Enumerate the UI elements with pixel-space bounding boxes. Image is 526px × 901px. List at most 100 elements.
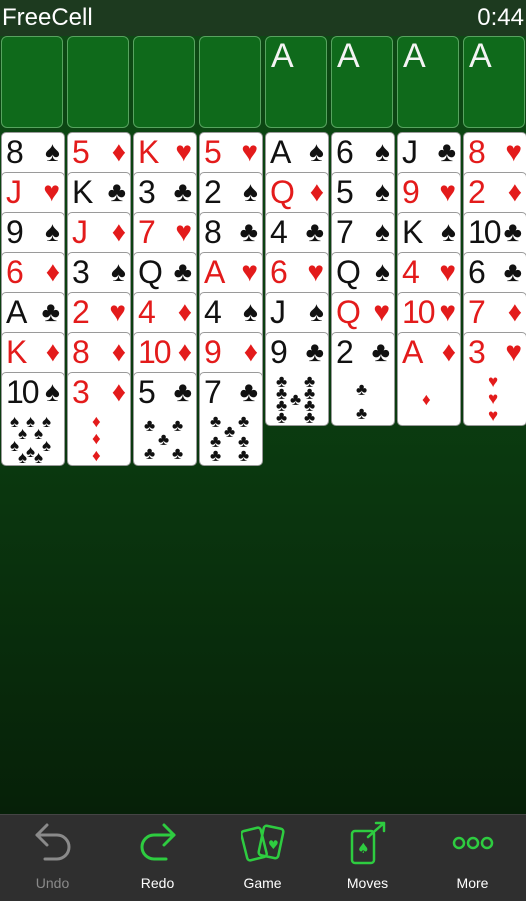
top-row: A A A A	[0, 36, 526, 130]
playing-card[interactable]: 3 ♥ ♥ ♥ ♥	[463, 332, 526, 426]
app-title: FreeCell	[2, 4, 93, 31]
card-rank: 4	[204, 294, 222, 330]
undo-button[interactable]: Undo	[0, 815, 105, 901]
suit-pip-icon: ♣	[238, 412, 250, 431]
card-suit-icon: ♥	[505, 136, 522, 167]
suit-pip-icon: ♣	[210, 446, 222, 465]
card-rank: Q	[336, 294, 361, 330]
card-rank: 7	[138, 214, 156, 250]
suit-pip-icon: ♣	[224, 422, 236, 441]
card-rank: 10	[6, 374, 40, 410]
redo-label: Redo	[140, 875, 175, 891]
card-suit-icon: ♠	[375, 176, 390, 207]
playing-card[interactable]: 9 ♣ ♣ ♣ ♣ ♣ ♣ ♣ ♣ ♣ ♣	[265, 332, 329, 426]
card-rank: A	[204, 254, 225, 290]
more-button[interactable]: More	[420, 815, 525, 901]
card-rank: 9	[270, 334, 288, 370]
card-rank: 10	[468, 214, 502, 250]
suit-pip-icon: ♠	[34, 448, 44, 467]
card-suit-icon: ♠	[375, 256, 390, 287]
card-move-icon: ♠	[350, 821, 386, 865]
game-label: Game	[243, 875, 282, 891]
card-rank: 2	[336, 334, 354, 370]
card-suit-icon: ♥	[241, 256, 258, 287]
card-suit-icon: ♦	[309, 176, 324, 207]
foundation-label: A	[271, 37, 294, 75]
playing-card[interactable]: 10 ♠ ♠ ♠ ♠ ♠ ♠ ♠ ♠ ♠ ♠ ♠	[1, 372, 65, 466]
suit-pip-icon: ♣	[172, 416, 184, 435]
game-button[interactable]: ♥ Game	[210, 815, 315, 901]
card-suit-icon: ♣	[41, 296, 60, 327]
card-suit-icon: ♠	[45, 136, 60, 167]
card-suit-icon: ♦	[111, 216, 126, 247]
card-rank: 3	[138, 174, 156, 210]
foundation-2[interactable]: A	[331, 36, 393, 128]
card-rank: 2	[468, 174, 486, 210]
card-suit-icon: ♥	[43, 176, 60, 207]
foundation-4[interactable]: A	[463, 36, 525, 128]
card-pips: ♠ ♠ ♠ ♠ ♠ ♠ ♠ ♠ ♠ ♠	[2, 412, 66, 467]
card-suit-icon: ♣	[173, 176, 192, 207]
playing-card[interactable]: 5 ♣ ♣ ♣ ♣ ♣ ♣	[133, 372, 197, 466]
foundation-1[interactable]: A	[265, 36, 327, 128]
card-suit-icon: ♠	[243, 176, 258, 207]
suit-pip-icon: ♠	[42, 436, 52, 455]
suit-pip-icon: ♣	[144, 444, 156, 463]
playing-card[interactable]: 2 ♣ ♣ ♣	[331, 332, 395, 426]
card-suit-icon: ♠	[309, 136, 324, 167]
card-suit-icon: ♠	[375, 216, 390, 247]
undo-arrow-icon	[35, 823, 71, 861]
card-rank: K	[6, 334, 27, 370]
playing-card[interactable]: 7 ♣ ♣ ♣ ♣ ♣ ♣ ♣ ♣	[199, 372, 263, 466]
card-rank: J	[72, 214, 88, 250]
title-bar: FreeCell 0:44	[0, 0, 526, 36]
suit-pip-icon: ♣	[158, 430, 170, 449]
card-suit-icon: ♦	[45, 336, 60, 367]
card-suit-icon: ♠	[45, 376, 60, 407]
redo-arrow-icon	[140, 823, 176, 861]
card-rank: J	[6, 174, 22, 210]
card-rank: 3	[72, 254, 90, 290]
suit-pip-icon: ♥	[488, 372, 499, 391]
suit-pip-icon: ♠	[26, 442, 36, 461]
svg-text:♥: ♥	[268, 838, 279, 852]
card-suit-icon: ♦	[507, 296, 522, 327]
free-cell-3[interactable]	[133, 36, 195, 128]
free-cell-4[interactable]	[199, 36, 261, 128]
card-suit-icon: ♥	[439, 296, 456, 327]
suit-pip-icon: ♦	[92, 429, 101, 448]
card-suit-icon: ♣	[173, 376, 192, 407]
suit-pip-icon: ♠	[42, 412, 52, 431]
card-suit-icon: ♥	[439, 256, 456, 287]
card-rank: 9	[204, 334, 222, 370]
card-rank: A	[6, 294, 27, 330]
card-suit-icon: ♣	[305, 336, 324, 367]
card-rank: K	[72, 174, 93, 210]
card-suit-icon: ♦	[177, 296, 192, 327]
free-cell-2[interactable]	[67, 36, 129, 128]
more-label: More	[456, 875, 489, 891]
card-rank: 4	[270, 214, 288, 250]
card-rank: 7	[204, 374, 222, 410]
card-rank: 6	[336, 134, 354, 170]
card-suit-icon: ♠	[441, 216, 456, 247]
moves-button[interactable]: ♠ Moves	[315, 815, 420, 901]
playing-card[interactable]: A ♦ ♦	[397, 332, 461, 426]
suit-pip-icon: ♦	[422, 390, 431, 409]
redo-button[interactable]: Redo	[105, 815, 210, 901]
card-suit-icon: ♣	[371, 336, 390, 367]
card-rank: 7	[336, 214, 354, 250]
card-rank: J	[402, 134, 418, 170]
suit-pip-icon: ♣	[304, 408, 316, 427]
free-cell-1[interactable]	[1, 36, 63, 128]
foundation-3[interactable]: A	[397, 36, 459, 128]
card-pips: ♣ ♣ ♣ ♣ ♣	[134, 413, 198, 465]
card-rank: 5	[336, 174, 354, 210]
card-pips: ♣ ♣ ♣ ♣ ♣ ♣ ♣ ♣ ♣	[266, 373, 330, 427]
suit-pip-icon: ♦	[92, 412, 101, 431]
card-suit-icon: ♣	[305, 216, 324, 247]
card-suit-icon: ♠	[111, 256, 126, 287]
card-suit-icon: ♦	[441, 336, 456, 367]
playing-card[interactable]: 3 ♦ ♦ ♦ ♦	[67, 372, 131, 466]
card-suit-icon: ♣	[173, 256, 192, 287]
